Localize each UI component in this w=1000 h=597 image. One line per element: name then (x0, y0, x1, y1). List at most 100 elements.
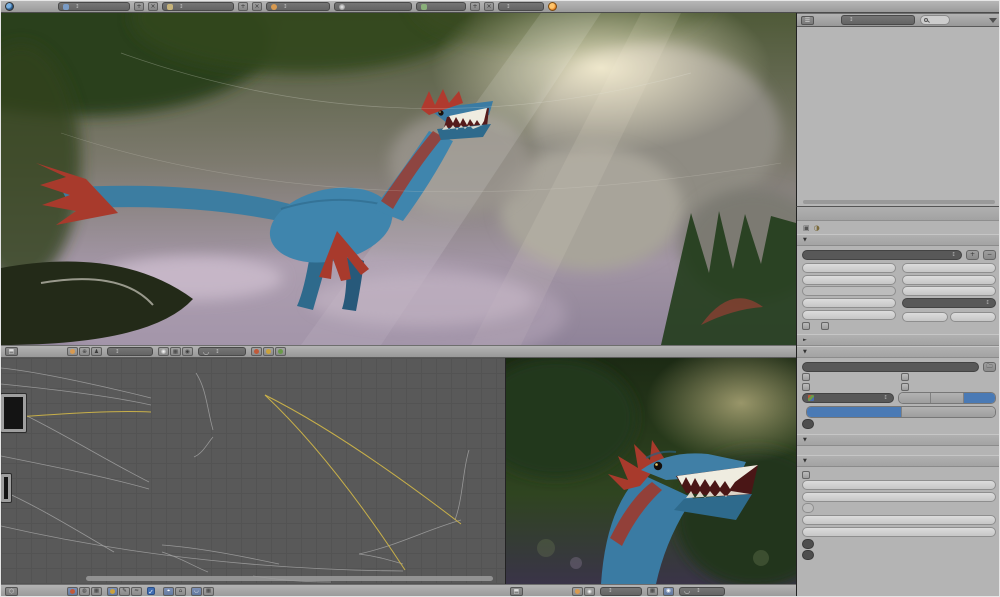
render-engine-dropdown[interactable]: ↕ (498, 2, 544, 11)
panel-metadata-header[interactable]: ► (797, 334, 999, 346)
resolution-x-field[interactable] (802, 263, 896, 273)
screen-layout-dropdown[interactable]: ↕ (58, 2, 130, 11)
delete-layout-button[interactable]: × (148, 2, 158, 11)
mode-icon-buttons[interactable]: ⊕ ♟ (67, 347, 102, 356)
node-partial-left[interactable] (1, 393, 27, 433)
shader-type-buttons[interactable]: ◍ ▦ (67, 586, 102, 596)
scene-dropdown[interactable]: ↕ (162, 2, 234, 11)
outliner-search-input[interactable] (920, 15, 950, 25)
rgb-option[interactable] (931, 393, 964, 403)
cam-lock-icon[interactable]: ◉ (663, 586, 674, 596)
time-remap-old-field[interactable] (902, 311, 948, 322)
panel-output-header[interactable]: ▼ (797, 346, 999, 358)
use-nodes-checkbox[interactable] (147, 587, 158, 595)
end-frame-field[interactable] (902, 274, 996, 285)
cam-snap-dropdown[interactable]: ◡ ↕ (679, 586, 725, 596)
ao-samples-field[interactable] (802, 480, 996, 490)
time-remap-new-field[interactable] (950, 311, 996, 322)
placeholders-checkbox[interactable] (802, 382, 897, 391)
sprite-threshold-slider[interactable] (802, 550, 814, 560)
render-anim-icon (266, 349, 271, 354)
image-format-icon (808, 395, 814, 401)
manipulator-icon: ⊕ (79, 347, 90, 356)
frame-rate-dropdown[interactable]: ↕ (902, 298, 996, 308)
ao-factor-slider[interactable] (802, 503, 814, 513)
editor-type-icon[interactable]: ⬒ (5, 347, 18, 356)
camera-viewport[interactable] (506, 358, 796, 584)
rgba-option[interactable] (963, 393, 995, 403)
render-icon-buttons[interactable] (251, 347, 286, 356)
border-checkbox[interactable] (802, 321, 813, 330)
add-layout-button[interactable]: + (134, 2, 144, 11)
properties-breadcrumb: ▣ ◑ (797, 221, 999, 234)
node-editor-icon[interactable]: ⬡ (5, 586, 18, 596)
layers-grid-icon: ▦ (170, 347, 181, 356)
resolution-percentage-slider[interactable] (802, 286, 896, 296)
panel-post-settings-header[interactable]: ▼ (797, 454, 999, 467)
remove-preset-button[interactable]: − (983, 249, 996, 260)
node-editor[interactable] (1, 358, 506, 584)
blender-logo-icon[interactable] (5, 2, 14, 11)
outliner-editor-icon[interactable]: ☰ (801, 15, 814, 25)
overwrite-checkbox[interactable] (802, 373, 897, 381)
add-preset-button[interactable]: + (966, 249, 979, 260)
panel-dimensions-header[interactable]: ▼ (797, 234, 999, 246)
aspect-y-field[interactable] (802, 309, 896, 320)
snap-buttons[interactable]: ◡ ▦ (191, 586, 214, 596)
search-icon (924, 18, 928, 22)
color-depth-toggle[interactable] (806, 405, 996, 418)
start-frame-field[interactable] (902, 263, 996, 273)
shading-dropdown[interactable] (334, 2, 412, 11)
max-size-slider[interactable] (802, 538, 814, 549)
bent-normals-checkbox[interactable] (802, 470, 813, 479)
outliner-display-mode-dropdown[interactable]: ↕ (841, 15, 915, 25)
color-mode-toggle[interactable] (898, 392, 996, 404)
outliner-scrollbar[interactable] (803, 200, 995, 204)
folder-icon[interactable]: 🗀 (983, 361, 996, 372)
ao-distance-field[interactable] (802, 491, 996, 502)
cam-mode-buttons[interactable] (572, 586, 595, 596)
texture-type-buttons[interactable]: ✎ ≈ (107, 586, 142, 596)
add-scene-button[interactable]: + (238, 2, 248, 11)
aspect-x-field[interactable] (802, 298, 896, 308)
camera-editor-icon[interactable]: ⬒ (510, 586, 523, 596)
resolution-y-field[interactable] (802, 274, 896, 285)
datablock-buttons[interactable]: ⌖ ⌂ (163, 586, 186, 596)
cache-result-checkbox[interactable] (901, 382, 996, 391)
pin-icon: ⌖ (163, 586, 174, 596)
cam-layers-icon[interactable]: ▦ (647, 586, 658, 596)
depth-16-option[interactable] (901, 406, 995, 417)
shutter-field[interactable] (802, 526, 996, 537)
node-partial-left-2[interactable] (1, 473, 12, 503)
viewport-3d[interactable] (1, 13, 796, 345)
cam-orientation-dropdown[interactable]: ↕ (600, 586, 642, 596)
mode-dropdown[interactable]: ↕ (266, 2, 330, 11)
camera-context-icon: ▣ (803, 223, 810, 232)
texture-nodes-icon (110, 588, 115, 594)
outliner-tree (797, 27, 999, 29)
object-mode-icon (575, 588, 580, 594)
active-scene-tag[interactable] (416, 2, 466, 11)
node-editor-header: ⬡ ◍ ▦ ✎ ≈ ⌖ ⌂ ◡ ▦ (1, 584, 506, 596)
render-presets-dropdown[interactable]: ↕ (802, 249, 962, 260)
panel-post-stack-header[interactable]: ▼ (797, 433, 999, 446)
mb-samples-field[interactable] (802, 515, 996, 525)
snap-target-dropdown[interactable]: ◡ ↕ (198, 347, 246, 356)
node-editor-scrollbar[interactable] (86, 576, 493, 581)
delete-scene-button[interactable]: × (252, 2, 262, 11)
depth-8-option[interactable] (807, 406, 902, 417)
frame-step-field[interactable] (902, 286, 996, 296)
delete-button[interactable]: × (484, 2, 494, 11)
output-path-field[interactable] (802, 361, 979, 372)
texture-thumbnail (4, 477, 8, 499)
shading-icon-buttons[interactable]: ▦ ◉ (158, 347, 193, 356)
filter-icon[interactable] (989, 17, 997, 23)
file-format-dropdown[interactable]: ↕ (802, 393, 894, 403)
add-button[interactable]: + (470, 2, 480, 11)
transform-orientation-dropdown[interactable]: ↕ (107, 347, 153, 356)
file-extensions-checkbox[interactable] (901, 373, 996, 381)
bw-option[interactable] (899, 393, 932, 403)
compression-slider[interactable] (802, 419, 814, 429)
linestyle-icon: ≈ (131, 586, 142, 596)
crop-checkbox[interactable] (821, 321, 832, 330)
